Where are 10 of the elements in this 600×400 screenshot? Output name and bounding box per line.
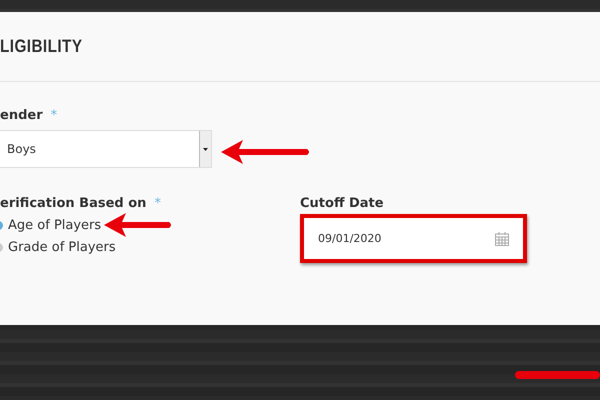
section-title: LIGIBILITY <box>0 36 82 57</box>
required-mark: * <box>154 196 161 211</box>
field-label: erification Based on <box>0 196 146 211</box>
required-mark: * <box>50 108 58 123</box>
field-label: ender <box>0 108 43 123</box>
date-field[interactable]: 09/01/2020 <box>300 214 527 263</box>
radio-label: Age of Players <box>8 218 102 233</box>
field-label: Cutoff Date <box>300 196 385 211</box>
gender-select[interactable]: Boys <box>0 130 212 168</box>
radio-label: Grade of Players <box>8 240 116 255</box>
